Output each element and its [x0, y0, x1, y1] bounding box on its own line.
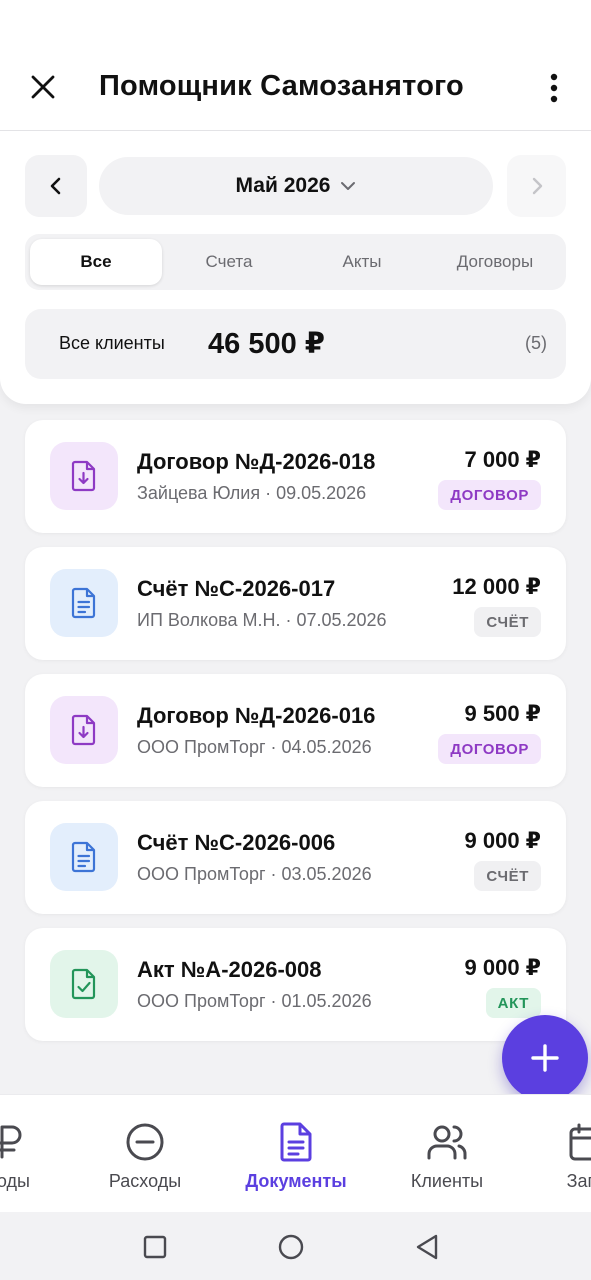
summary-label: Все клиенты [59, 333, 165, 353]
chevron-left-icon [50, 177, 61, 195]
plus-icon [531, 1044, 559, 1072]
nav-item-documents[interactable]: Документы [230, 1095, 362, 1212]
header-panel: Помощник Самозанятого Май 2026 Все Счета… [0, 0, 591, 404]
contract-icon-tile [50, 442, 118, 510]
triangle-back-icon [416, 1234, 438, 1260]
document-type-badge: СЧЁТ [474, 607, 541, 637]
back-button[interactable] [412, 1232, 442, 1262]
document-type-tabs: Все Счета Акты Договоры [25, 234, 566, 290]
month-selector: Май 2026 [0, 155, 591, 217]
document-subtitle: ИП Волкова М.Н. · 07.05.2026 [137, 610, 387, 630]
document-amount: 9 500 ₽ [464, 701, 541, 726]
file-download-icon [71, 460, 96, 492]
invoice-icon-tile [50, 823, 118, 891]
recent-apps-button[interactable] [140, 1232, 170, 1262]
circle-icon [278, 1234, 304, 1260]
more-vertical-icon [550, 73, 558, 103]
file-text-icon [71, 587, 96, 619]
document-icon [280, 1122, 312, 1162]
next-month-button[interactable] [507, 155, 566, 217]
tab-contracts[interactable]: Договоры [429, 239, 561, 285]
system-navigation-bar [0, 1212, 591, 1280]
document-amount: 7 000 ₽ [464, 447, 541, 472]
document-card[interactable]: Счёт №С-2026-006 ООО ПромТорг · 03.05.20… [25, 801, 566, 914]
document-subtitle: ООО ПромТорг · 03.05.2026 [137, 864, 372, 884]
app-title: Помощник Самозанятого [99, 70, 464, 102]
minus-circle-icon [126, 1123, 164, 1161]
document-type-badge: АКТ [485, 988, 541, 1018]
contract-icon-tile [50, 696, 118, 764]
clients-summary[interactable]: Все клиенты 46 500 ₽ (5) [25, 309, 566, 379]
document-subtitle: ООО ПромТорг · 01.05.2026 [137, 991, 372, 1011]
document-card[interactable]: Акт №А-2026-008 ООО ПромТорг · 01.05.202… [25, 928, 566, 1041]
summary-count: (5) [525, 333, 547, 353]
month-dropdown[interactable]: Май 2026 [99, 157, 493, 215]
nav-label: Документы [245, 1171, 347, 1191]
home-button[interactable] [276, 1232, 306, 1262]
chevron-right-icon [532, 177, 542, 195]
chevron-down-icon [341, 182, 356, 190]
file-check-icon [71, 968, 96, 1000]
close-button[interactable] [24, 68, 62, 106]
document-card[interactable]: Договор №Д-2026-018 Зайцева Юлия · 09.05… [25, 420, 566, 533]
document-title: Договор №Д-2026-016 [137, 703, 376, 728]
add-document-button[interactable] [502, 1015, 588, 1101]
invoice-icon-tile [50, 569, 118, 637]
month-label: Май 2026 [235, 174, 331, 197]
calendar-icon [569, 1123, 591, 1161]
nav-label: Клиенты [410, 1171, 484, 1191]
file-download-icon [71, 714, 96, 746]
nav-label: Запи [566, 1171, 591, 1191]
nav-item-expenses[interactable]: Расходы [80, 1095, 210, 1212]
document-type-badge: СЧЁТ [474, 861, 541, 891]
document-card[interactable]: Счёт №С-2026-017 ИП Волкова М.Н. · 07.05… [25, 547, 566, 660]
document-subtitle: ООО ПромТорг · 04.05.2026 [137, 737, 372, 757]
document-amount: 12 000 ₽ [452, 574, 541, 599]
app-bar: Помощник Самозанятого [0, 44, 591, 131]
tab-acts[interactable]: Акты [296, 239, 428, 285]
more-options-button[interactable] [536, 68, 572, 108]
nav-item-income[interactable]: ходы [0, 1095, 74, 1212]
document-title: Договор №Д-2026-018 [137, 449, 376, 474]
document-amount: 9 000 ₽ [464, 828, 541, 853]
nav-label: Расходы [108, 1171, 182, 1191]
document-type-badge: ДОГОВОР [438, 480, 541, 510]
document-card[interactable]: Договор №Д-2026-016 ООО ПромТорг · 04.05… [25, 674, 566, 787]
document-title: Акт №А-2026-008 [137, 957, 322, 982]
tab-invoices[interactable]: Счета [163, 239, 295, 285]
users-icon [427, 1125, 467, 1160]
nav-item-records[interactable]: Запи [532, 1095, 591, 1212]
nav-label: ходы [0, 1171, 30, 1191]
nav-item-clients[interactable]: Клиенты [382, 1095, 512, 1212]
square-icon [143, 1235, 167, 1259]
document-title: Счёт №С-2026-017 [137, 576, 336, 601]
summary-amount: 46 500 ₽ [208, 328, 325, 360]
document-amount: 9 000 ₽ [464, 955, 541, 980]
document-title: Счёт №С-2026-006 [137, 830, 336, 855]
document-subtitle: Зайцева Юлия · 09.05.2026 [137, 483, 367, 503]
act-icon-tile [50, 950, 118, 1018]
bottom-navigation: ходы Расходы Документы [0, 1094, 591, 1212]
close-icon [31, 75, 55, 99]
prev-month-button[interactable] [25, 155, 87, 217]
ruble-icon [0, 1125, 22, 1159]
tab-all[interactable]: Все [30, 239, 162, 285]
file-text-icon [71, 841, 96, 873]
document-type-badge: ДОГОВОР [438, 734, 541, 764]
